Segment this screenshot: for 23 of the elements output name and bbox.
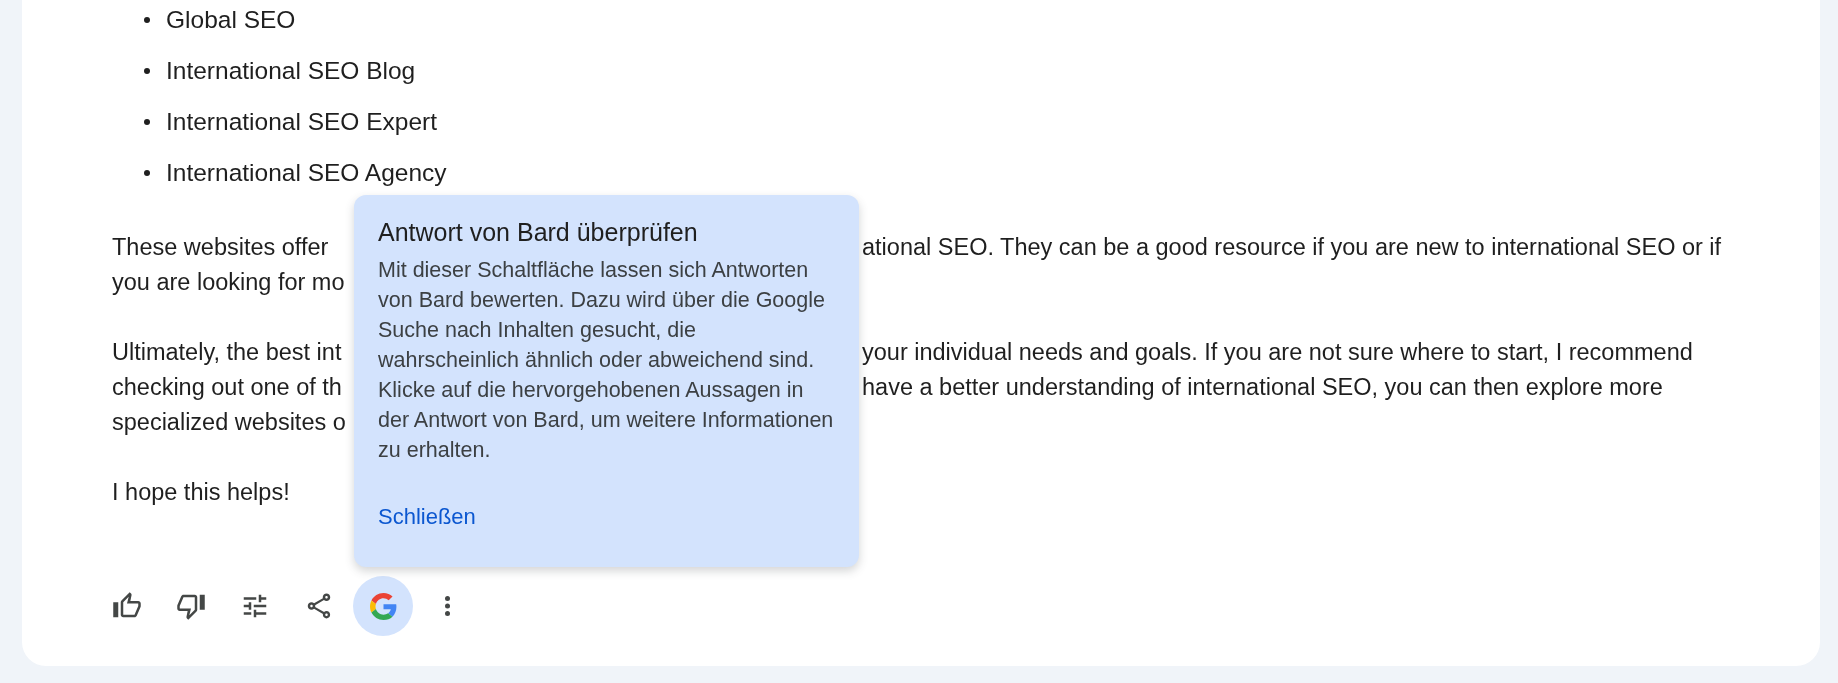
double-check-button[interactable]: [353, 576, 413, 636]
bullet-icon: [144, 68, 150, 74]
paragraph-text: your individual needs and goals. If you are not sure where to start, I recommend: [862, 338, 1693, 367]
popover-text: Mit dieser Schaltfläche lassen sich Antworten von Bard bewerten. Dazu wird über die Google Suche nach Inhalten gesucht, die wahrscheinlich ähnlich oder abweichend sind. Klicke auf die hervorgehobenen Aussagen in der Antwort von Bard, um weitere Informationen zu erhalten.: [378, 257, 834, 464]
close-link[interactable]: Schließen: [378, 502, 476, 532]
bullet-icon: [144, 17, 150, 23]
bullet-icon: [144, 170, 150, 176]
list-item: International SEO Agency: [166, 158, 447, 188]
list-item: International SEO Expert: [166, 107, 437, 137]
paragraph-text: These websites offer: [112, 233, 329, 262]
popover-title: Antwort von Bard überprüfen: [378, 217, 698, 247]
g-logo-icon: [369, 592, 397, 620]
list-item: International SEO Blog: [166, 56, 416, 86]
paragraph-text: you are looking for mo: [112, 268, 345, 297]
list-item: Global SEO: [166, 5, 296, 35]
paragraph-text: Ultimately, the best int: [112, 338, 342, 367]
paragraph-text: I hope this helps!: [112, 478, 290, 507]
paragraph-text: specialized websites o: [112, 408, 346, 437]
bullet-icon: [144, 119, 150, 125]
paragraph-text: ational SEO. They can be a good resource if you are new to international SEO or if: [862, 233, 1722, 262]
paragraph-text: checking out one of th: [112, 373, 342, 402]
paragraph-text: have a better understanding of international SEO, you can then explore more: [862, 373, 1663, 402]
more-icon: [444, 596, 450, 616]
